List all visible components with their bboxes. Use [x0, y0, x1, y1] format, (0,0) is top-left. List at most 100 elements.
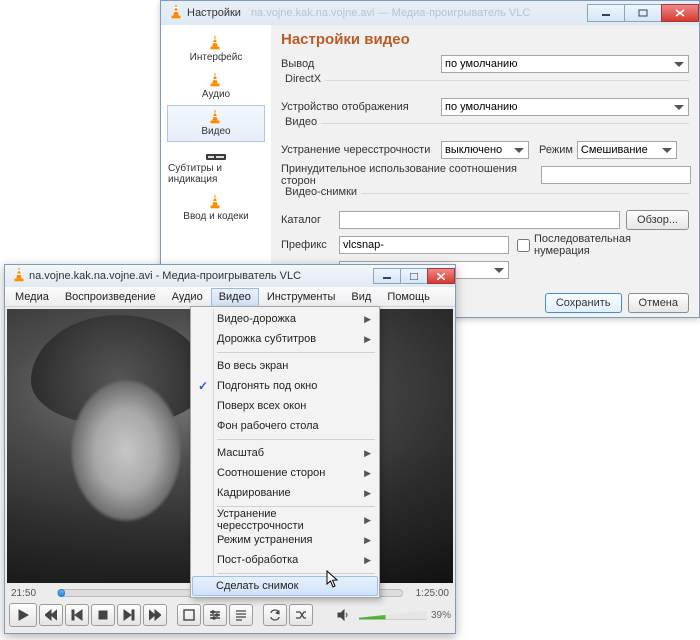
- sidebar-item-interface[interactable]: Интерфейс: [167, 31, 265, 68]
- close-button[interactable]: [427, 268, 455, 284]
- menu-item[interactable]: Фон рабочего стола: [193, 416, 377, 436]
- extended-settings-button[interactable]: [203, 604, 227, 626]
- menu-item[interactable]: ✓Подгонять под окно: [193, 376, 377, 396]
- menu-tools[interactable]: Инструменты: [259, 288, 344, 306]
- menu-item-label: Сделать снимок: [216, 580, 298, 592]
- menu-playback[interactable]: Воспроизведение: [57, 288, 164, 306]
- save-button[interactable]: Сохранить: [545, 293, 622, 313]
- seek-back-button[interactable]: [65, 604, 89, 626]
- subtitles-icon: [204, 145, 228, 163]
- seek-fill: [58, 589, 65, 597]
- menu-item-label: Поверх всех окон: [217, 400, 306, 412]
- fullscreen-button[interactable]: [177, 604, 201, 626]
- menu-item-label: Во весь экран: [217, 360, 288, 372]
- submenu-arrow-icon: ▶: [364, 488, 371, 499]
- menu-separator: [217, 439, 375, 440]
- menu-help[interactable]: Помощь: [379, 288, 438, 306]
- shuffle-button[interactable]: [289, 604, 313, 626]
- snapshot-dir-label: Каталог: [281, 214, 339, 226]
- settings-main: Настройки видео Вывод по умолчанию Direc…: [271, 25, 699, 289]
- output-label: Вывод: [281, 58, 441, 70]
- seek-fwd-button[interactable]: [117, 604, 141, 626]
- snapshot-prefix-input[interactable]: [339, 236, 509, 254]
- minimize-button[interactable]: [587, 4, 625, 22]
- aspect-force-input[interactable]: [541, 166, 691, 184]
- skip-back-button[interactable]: [39, 604, 63, 626]
- menu-item[interactable]: Масштаб▶: [193, 443, 377, 463]
- sidebar-item-audio[interactable]: Аудио: [167, 68, 265, 105]
- mute-button[interactable]: [331, 604, 355, 626]
- menu-item[interactable]: Режим устранения▶: [193, 530, 377, 550]
- menu-view[interactable]: Вид: [343, 288, 379, 306]
- menu-item[interactable]: Кадрирование▶: [193, 483, 377, 503]
- player-titlebar[interactable]: na.vojne.kak.na.vojne.avi - Медиа-проигр…: [5, 265, 455, 287]
- maximize-button[interactable]: [400, 268, 428, 284]
- snapshot-dir-input[interactable]: [339, 211, 620, 229]
- stop-button[interactable]: [91, 604, 115, 626]
- menu-item-label: Режим устранения: [217, 534, 313, 546]
- deinterlace-select[interactable]: выключено: [441, 141, 529, 159]
- display-device-select[interactable]: по умолчанию: [441, 98, 689, 116]
- menu-separator: [217, 506, 375, 507]
- sidebar-label: Субтитры и индикация: [168, 163, 264, 185]
- vlc-cone-icon: [165, 3, 183, 24]
- settings-sidebar: Интерфейс Аудио Видео Субтитры и индикац…: [161, 25, 271, 289]
- cancel-button[interactable]: Отмена: [628, 293, 689, 313]
- minimize-button[interactable]: [373, 268, 401, 284]
- settings-titlebar[interactable]: Настройки na.vojne.kak.na.vojne.avi — Ме…: [161, 1, 699, 25]
- output-select[interactable]: по умолчанию: [441, 55, 689, 73]
- sidebar-item-subtitles[interactable]: Субтитры и индикация: [167, 142, 265, 190]
- submenu-arrow-icon: ▶: [364, 468, 371, 479]
- seq-numbering-checkbox[interactable]: [517, 239, 530, 252]
- loop-button[interactable]: [263, 604, 287, 626]
- menu-item[interactable]: Поверх всех окон: [193, 396, 377, 416]
- deinterlace-mode-select[interactable]: Смешивание: [577, 141, 677, 159]
- menu-item-label: Устранение чересстрочности: [217, 508, 359, 532]
- video-frame-decor: [49, 369, 189, 539]
- menu-video[interactable]: Видео: [211, 288, 259, 306]
- cone-icon: [204, 71, 228, 89]
- menu-item[interactable]: Видео-дорожка▶: [193, 309, 377, 329]
- close-button[interactable]: [661, 4, 699, 22]
- menu-item[interactable]: Во весь экран: [193, 356, 377, 376]
- seq-numbering-checkbox-label[interactable]: Последовательная нумерация: [517, 233, 677, 257]
- menu-media[interactable]: Медиа: [7, 288, 57, 306]
- volume-slider[interactable]: [359, 611, 427, 620]
- deinterlace-mode-label: Режим: [539, 144, 573, 156]
- mouse-cursor-icon: [326, 570, 340, 591]
- menu-item-label: Подгонять под окно: [217, 380, 317, 392]
- aspect-force-label: Принудительное использование соотношения…: [281, 163, 541, 187]
- browse-button[interactable]: Обзор...: [626, 210, 689, 230]
- player-window-controls: [374, 268, 455, 284]
- settings-window-controls: [588, 4, 699, 22]
- play-button[interactable]: [9, 603, 37, 627]
- video-group-label: Видео: [281, 116, 321, 128]
- submenu-arrow-icon: ▶: [364, 515, 371, 526]
- menu-item-label: Видео-дорожка: [217, 313, 296, 325]
- menu-audio[interactable]: Аудио: [164, 288, 211, 306]
- submenu-arrow-icon: ▶: [364, 555, 371, 566]
- time-total[interactable]: 1:25:00: [409, 588, 449, 599]
- menu-item[interactable]: Устранение чересстрочности ▶: [193, 510, 377, 530]
- sidebar-item-video[interactable]: Видео: [167, 105, 265, 142]
- menu-item-label: Дорожка субтитров: [217, 333, 316, 345]
- display-device-label: Устройство отображения: [281, 101, 441, 113]
- menu-item[interactable]: Сделать снимок: [192, 576, 378, 596]
- playlist-button[interactable]: [229, 604, 253, 626]
- skip-fwd-button[interactable]: [143, 604, 167, 626]
- settings-page-title: Настройки видео: [281, 31, 689, 48]
- sidebar-label: Видео: [201, 126, 230, 137]
- maximize-button[interactable]: [624, 4, 662, 22]
- settings-faint-title: na.vojne.kak.na.vojne.avi — Медиа-проигр…: [241, 7, 588, 19]
- time-elapsed[interactable]: 21:50: [11, 588, 51, 599]
- menu-separator: [217, 352, 375, 353]
- menu-item[interactable]: Дорожка субтитров▶: [193, 329, 377, 349]
- settings-footer: Сохранить Отмена: [545, 293, 689, 313]
- cone-icon: [204, 34, 228, 52]
- sidebar-item-input-codecs[interactable]: Ввод и кодеки: [167, 190, 265, 227]
- menu-item[interactable]: Пост-обработка▶: [193, 550, 377, 570]
- directx-group-label: DirectX: [281, 73, 325, 85]
- cone-icon: [204, 193, 228, 211]
- menu-item[interactable]: Соотношение сторон▶: [193, 463, 377, 483]
- snapshot-prefix-label: Префикс: [281, 239, 339, 251]
